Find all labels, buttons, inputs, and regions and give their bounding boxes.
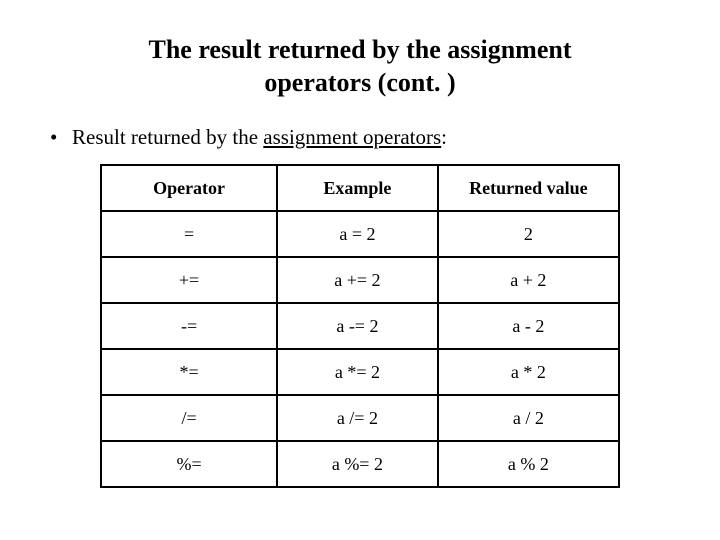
table-row: = a = 2 2 (101, 211, 619, 257)
bullet-line: •Result returned by the assignment opera… (50, 125, 680, 150)
cell-example: a %= 2 (277, 441, 438, 487)
cell-operator: %= (101, 441, 277, 487)
cell-returned: a * 2 (438, 349, 619, 395)
cell-example: a += 2 (277, 257, 438, 303)
cell-example: a = 2 (277, 211, 438, 257)
page-title: The result returned by the assignment op… (100, 34, 620, 99)
col-header-returned: Returned value (438, 165, 619, 211)
cell-returned: a % 2 (438, 441, 619, 487)
table-row: %= a %= 2 a % 2 (101, 441, 619, 487)
cell-example: a /= 2 (277, 395, 438, 441)
cell-returned: a + 2 (438, 257, 619, 303)
bullet-tail: : (441, 125, 447, 149)
cell-operator: *= (101, 349, 277, 395)
col-header-operator: Operator (101, 165, 277, 211)
cell-operator: /= (101, 395, 277, 441)
table-row: -= a -= 2 a - 2 (101, 303, 619, 349)
table-row: += a += 2 a + 2 (101, 257, 619, 303)
cell-operator: = (101, 211, 277, 257)
cell-returned: a - 2 (438, 303, 619, 349)
cell-returned: a / 2 (438, 395, 619, 441)
cell-operator: += (101, 257, 277, 303)
bullet-underlined: assignment operators (263, 125, 441, 149)
col-header-example: Example (277, 165, 438, 211)
cell-example: a *= 2 (277, 349, 438, 395)
operators-table: Operator Example Returned value = a = 2 … (100, 164, 620, 488)
cell-example: a -= 2 (277, 303, 438, 349)
table-row: /= a /= 2 a / 2 (101, 395, 619, 441)
cell-operator: -= (101, 303, 277, 349)
bullet-icon: • (50, 125, 72, 150)
bullet-lead: Result returned by the (72, 125, 263, 149)
slide: The result returned by the assignment op… (0, 0, 720, 540)
cell-returned: 2 (438, 211, 619, 257)
table-header-row: Operator Example Returned value (101, 165, 619, 211)
table-row: *= a *= 2 a * 2 (101, 349, 619, 395)
